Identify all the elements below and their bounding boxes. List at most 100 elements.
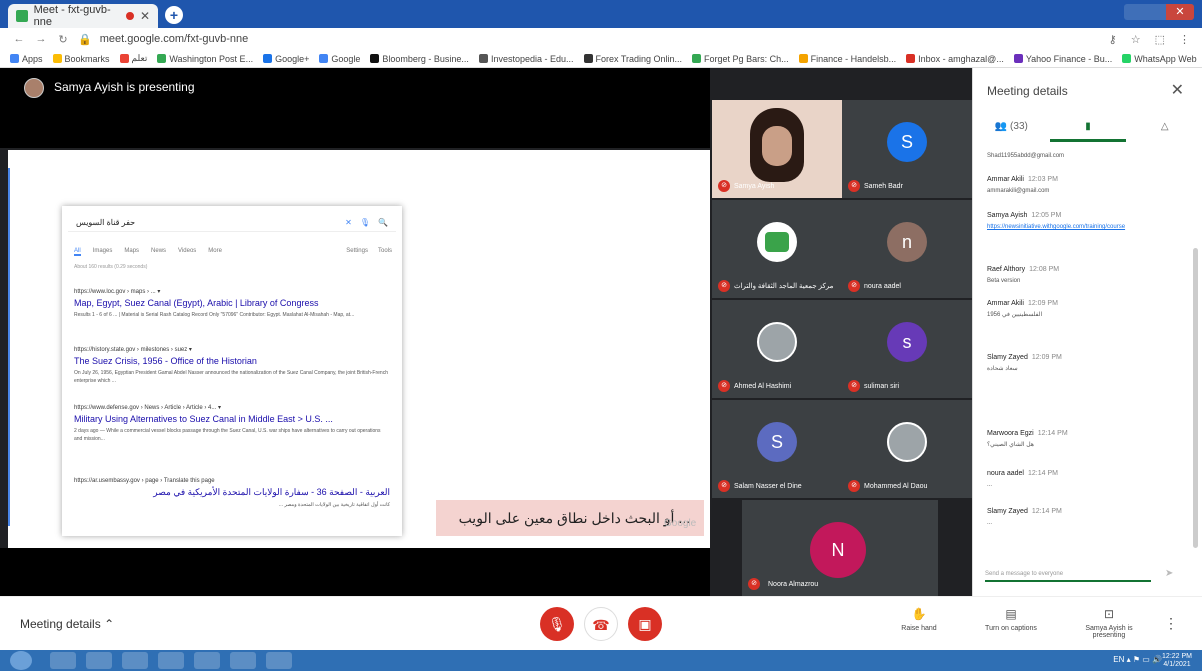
bookmark-item[interactable]: Investopedia - Edu... — [478, 54, 574, 64]
firefox-icon[interactable] — [122, 652, 148, 669]
search-tab-all[interactable]: All — [74, 248, 81, 256]
clear-icon[interactable]: ✕ — [345, 218, 352, 227]
forward-icon[interactable]: → — [34, 33, 48, 45]
participant-name: Noora Almazrou — [768, 581, 819, 588]
reload-icon[interactable]: ↻ — [56, 33, 70, 46]
tab-chat[interactable]: ▮ — [1049, 112, 1127, 142]
chrome-icon[interactable] — [230, 652, 256, 669]
search-tab-images[interactable]: Images — [93, 248, 113, 256]
chat-sender: Raef Althory 12:08 PM — [987, 266, 1060, 273]
new-tab-button[interactable]: + — [165, 6, 183, 24]
tab-people[interactable]: 👥 (33) — [973, 112, 1050, 142]
chat-message: Marwoora Egzi 12:14 PM هل الشاي الصيني؟ — [987, 430, 1183, 450]
outlook-icon[interactable] — [158, 652, 184, 669]
participant-photo — [757, 322, 797, 362]
participant-tile[interactable]: s ⊘ suliman siri — [842, 300, 972, 398]
search-tab-more[interactable]: More — [208, 248, 222, 256]
mic-icon[interactable]: 🎙 — [360, 218, 370, 227]
chat-body[interactable]: https://newsinitiative.withgoogle.com/tr… — [987, 223, 1183, 232]
captions-button[interactable]: ▤ Turn on captions — [976, 607, 1046, 632]
present-icon: ⊡ — [1103, 607, 1115, 621]
participant-tile[interactable]: ⊘ Samya Ayish — [712, 100, 842, 198]
bookmark-item[interactable]: Forex Trading Onlin... — [583, 54, 682, 64]
result-title[interactable]: العربية - الصفحة 36 - سفارة الولايات الم… — [74, 487, 390, 498]
bookmark-item[interactable]: Bookmarks — [52, 54, 110, 64]
clock[interactable]: 12:22 PM 4/1/2021 — [1162, 653, 1192, 669]
search-tools[interactable]: Tools — [378, 248, 392, 256]
paint-icon[interactable] — [266, 652, 292, 669]
bookmark-item[interactable]: تعلم — [119, 53, 147, 64]
participant-name: Samya Ayish — [734, 183, 775, 190]
raise-hand-button[interactable]: ✋ Raise hand — [884, 607, 954, 632]
meet-stage: Samya Ayish is presenting حفر قناة السوي… — [0, 68, 972, 596]
search-tab-maps[interactable]: Maps — [124, 248, 139, 256]
chat-body: ... — [987, 482, 993, 488]
search-tab-news[interactable]: News — [151, 248, 166, 256]
result-title[interactable]: Military Using Alternatives to Suez Cana… — [74, 414, 390, 424]
participant-avatar: S — [757, 422, 797, 462]
bookmark-item[interactable]: Apps — [10, 54, 43, 64]
result-title[interactable]: The Suez Crisis, 1956 - Office of the Hi… — [74, 356, 390, 366]
key-icon[interactable]: ⚷ — [1109, 33, 1117, 46]
chat-time: 12:14 PM — [1037, 430, 1068, 437]
more-options-icon[interactable]: ⋮ — [1164, 615, 1178, 632]
bookmark-item[interactable]: Finance - Handelsb... — [798, 54, 896, 64]
chat-message: Samya Ayish 12:05 PM https://newsinitiativ… — [987, 212, 1183, 232]
ie-icon[interactable] — [50, 652, 76, 669]
panel-title: Meeting details — [987, 84, 1068, 98]
window-close-button[interactable]: ✕ — [1166, 4, 1194, 20]
search-nav: All Images Maps News Videos More Settings Tools — [74, 248, 392, 256]
chat-input[interactable]: Send a message to everyone — [985, 566, 1151, 582]
participant-tile[interactable]: ⊘ مركز جمعية الماجد الثقافة والتراث — [712, 200, 842, 298]
participant-tile[interactable]: S ⊘ Salam Nasser el Dine — [712, 400, 842, 498]
result-title[interactable]: Map, Egypt, Suez Canal (Egypt), Arabic |… — [74, 298, 390, 308]
presenting-button[interactable]: ⊡ Samya Ayish is presenting — [1074, 607, 1144, 639]
bookmark-item[interactable]: Forget Pg Bars: Ch... — [692, 54, 789, 64]
send-icon[interactable]: ➤ — [1165, 568, 1173, 579]
search-settings[interactable]: Settings — [346, 248, 368, 256]
camera-off-button[interactable]: ▣ — [628, 607, 662, 641]
bookmark-item[interactable]: Bloomberg - Busine... — [370, 54, 469, 64]
menu-kebab-icon[interactable]: ⋮ — [1179, 33, 1190, 46]
stage-letterbox — [0, 548, 710, 596]
back-icon[interactable]: ← — [12, 33, 26, 45]
bookmark-item[interactable]: Washington Post E... — [157, 54, 253, 64]
close-panel-icon[interactable]: ✕ — [1171, 80, 1184, 100]
hangup-icon: ☎ — [592, 617, 610, 633]
people-icon: 👥 — [994, 121, 1008, 132]
leave-call-button[interactable]: ☎ — [584, 607, 618, 641]
bookmark-item[interactable]: Inbox - amghazal@... — [906, 54, 1004, 64]
close-tab-icon[interactable]: ✕ — [140, 9, 150, 23]
participant-tile[interactable]: ⊘ Ahmed Al Hashimi — [712, 300, 842, 398]
bookmark-item[interactable]: Yahoo Finance - Bu... — [1013, 54, 1112, 64]
bookmark-item[interactable]: Google+ — [263, 54, 309, 64]
chat-scrollbar[interactable] — [1193, 248, 1198, 548]
star-icon[interactable]: ☆ — [1131, 33, 1141, 46]
participant-tile[interactable]: n ⊘ noura aadel — [842, 200, 972, 298]
extensions-icon[interactable]: ⬚ — [1155, 33, 1165, 46]
browser-tab-meet[interactable]: Meet - fxt-guvb-nne ✕ — [8, 4, 158, 28]
participant-tile[interactable]: N ⊘ Noora Almazrou — [742, 500, 938, 596]
participant-video-face — [762, 126, 792, 166]
chat-body: Beta version — [987, 278, 1021, 284]
bookmarks-bar: Apps Bookmarks تعلم Washington Post E... Goo… — [0, 50, 1202, 68]
bookmark-item[interactable]: Google — [319, 54, 360, 64]
search-icon[interactable]: 🔍 — [378, 218, 388, 227]
participant-tile[interactable]: S ⊘ Sameh Badr — [842, 100, 972, 198]
explorer-icon[interactable] — [86, 652, 112, 669]
bookmark-item[interactable]: WhatsApp Web — [1122, 54, 1197, 64]
meeting-details-toggle[interactable]: Meeting details ⌃ — [20, 617, 114, 631]
tab-activities[interactable]: △ — [1126, 112, 1202, 142]
chat-message: Slamy Zayed 12:09 PM سعاد شحادة — [987, 354, 1183, 374]
url-field[interactable]: meet.google.com/fxt-guvb-nne — [100, 33, 249, 45]
address-bar: ← → ↻ 🔒 meet.google.com/fxt-guvb-nne ⚷ ☆… — [0, 28, 1202, 50]
bookmark-favicon-icon — [798, 54, 808, 63]
system-tray[interactable]: EN ▴ ⚑ ▭ 🔊 — [1113, 655, 1162, 664]
search-box[interactable]: حفر قناة السويس ✕ 🎙 🔍 — [68, 214, 396, 232]
search-tab-videos[interactable]: Videos — [178, 248, 196, 256]
participant-tile[interactable]: ⊘ Mohammed Al Daou — [842, 400, 972, 498]
search-results-page: حفر قناة السويس ✕ 🎙 🔍 All Images Maps News V… — [62, 206, 402, 536]
word-icon[interactable] — [194, 652, 220, 669]
start-button[interactable] — [10, 651, 32, 670]
mic-off-button[interactable]: 🎙 — [540, 607, 574, 641]
